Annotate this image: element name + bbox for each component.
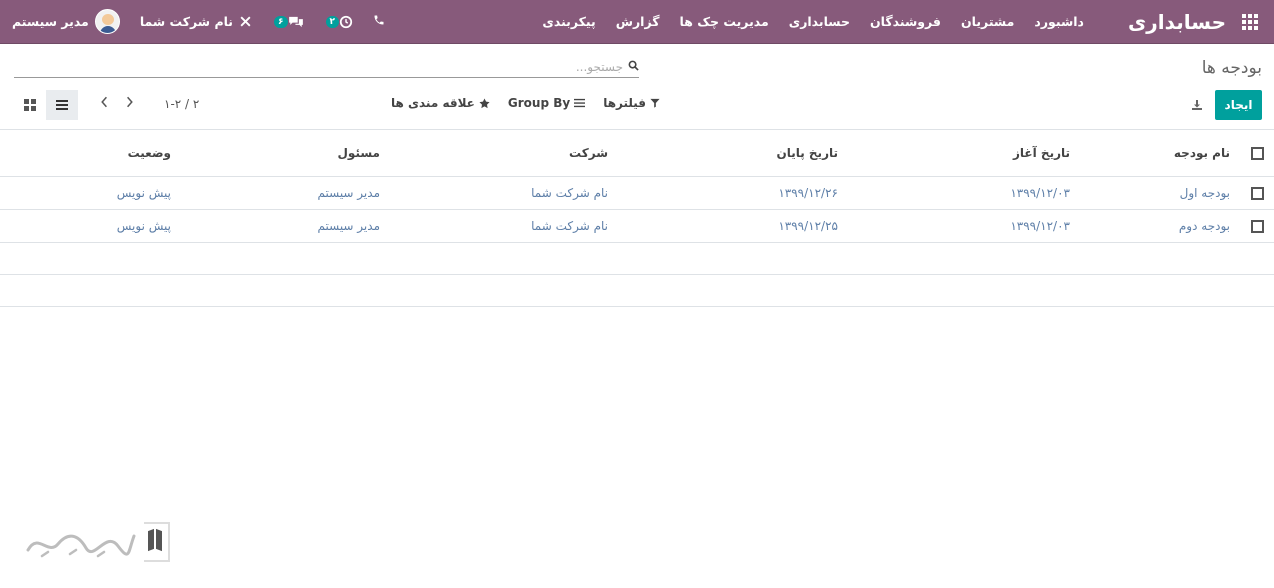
view-switcher (14, 90, 78, 120)
table-header-row: نام بودجه تاریخ آغاز تاریخ پایان شرکت مس… (0, 130, 1274, 177)
filters-label: فیلترها (603, 96, 647, 110)
tools-icon (240, 16, 251, 27)
menu-item-vendors[interactable]: فروشندگان (870, 14, 941, 29)
groupby-label: Group By (507, 96, 571, 110)
filter-icon (650, 98, 660, 108)
grid-icon (24, 99, 36, 111)
list-icon (56, 100, 68, 110)
search-bar (14, 56, 639, 78)
bars-icon (574, 98, 586, 108)
watermark-logo (24, 520, 170, 564)
apps-grid-icon[interactable] (1242, 13, 1258, 30)
phone-icon[interactable] (373, 14, 385, 30)
filters-button[interactable]: فیلترها (603, 96, 660, 110)
header-responsible[interactable]: مسئول (177, 130, 386, 177)
empty-row (0, 242, 1274, 275)
cell-responsible[interactable]: مدیر سیستم (177, 176, 386, 210)
header-state[interactable]: وضعیت (0, 130, 177, 177)
pager-value[interactable]: ۱-۲ / ۲ (164, 97, 199, 111)
pager: ۱-۲ / ۲ (100, 96, 199, 112)
header-date-end[interactable]: تاریخ پایان (614, 130, 844, 177)
cell-state[interactable]: پیش نویس (0, 176, 177, 210)
list-view-button[interactable] (46, 90, 78, 120)
clock-icon (339, 15, 353, 28)
avatar (94, 9, 120, 34)
company-name: نام شرکت شما (139, 14, 234, 29)
select-all-checkbox[interactable] (1251, 146, 1264, 160)
cell-company[interactable]: نام شرکت شما (386, 209, 614, 243)
row-checkbox[interactable] (1251, 186, 1264, 200)
groupby-button[interactable]: Group By (507, 96, 586, 110)
table-row[interactable]: بودجه دوم ۱۳۹۹/۱۲/۰۳ ۱۳۹۹/۱۲/۲۵ نام شرکت… (0, 209, 1274, 243)
company-switcher[interactable]: نام شرکت شما (140, 14, 252, 29)
kanban-view-button[interactable] (14, 90, 46, 120)
menu-item-reporting[interactable]: گزارش (616, 14, 660, 29)
messages-badge: ۶ (274, 15, 288, 28)
top-navbar: حسابداری داشبورد مشتریان فروشندگان حسابد… (0, 0, 1274, 44)
menu-item-accounting[interactable]: حسابداری (789, 14, 850, 29)
cell-date-end[interactable]: ۱۳۹۹/۱۲/۲۵ (614, 209, 844, 243)
watermark-script-icon (26, 534, 136, 558)
header-date-start[interactable]: تاریخ آغاز (844, 130, 1076, 177)
control-panel: بودجه ها ایجاد فیلترها Group By علاقه من… (0, 44, 1274, 130)
menu-item-cheques[interactable]: مدیریت چک ها (680, 14, 769, 29)
navbar-right: حسابداری داشبورد مشتریان فروشندگان حسابد… (542, 0, 1262, 43)
activity-menu[interactable]: ۲ (324, 15, 354, 29)
menu-item-dashboard[interactable]: داشبورد (1034, 14, 1084, 29)
row-select-cell (1236, 176, 1274, 210)
app-brand[interactable]: حسابداری (1128, 10, 1226, 34)
header-company[interactable]: شرکت (386, 130, 614, 177)
menu-item-configuration[interactable]: پیکربندی (542, 14, 595, 29)
table-row[interactable]: بودجه اول ۱۳۹۹/۱۲/۰۳ ۱۳۹۹/۱۲/۲۶ نام شرکت… (0, 176, 1274, 210)
star-icon (479, 97, 490, 108)
cell-name[interactable]: بودجه اول (1076, 176, 1236, 210)
search-options: فیلترها Group By علاقه مندی ها (391, 96, 660, 110)
messages-menu[interactable]: ۶ (272, 15, 304, 29)
chevron-right-icon[interactable] (126, 96, 134, 112)
cell-date-end[interactable]: ۱۳۹۹/۱۲/۲۶ (614, 176, 844, 210)
download-icon[interactable] (1188, 96, 1206, 114)
create-button[interactable]: ایجاد (1215, 90, 1262, 120)
cell-date-start[interactable]: ۱۳۹۹/۱۲/۰۳ (844, 176, 1076, 210)
navbar-left: ۲ ۶ نام شرکت شما مدیر سیستم (12, 0, 385, 43)
cell-name[interactable]: بودجه دوم (1076, 209, 1236, 243)
search-input[interactable] (14, 59, 625, 74)
budget-table: نام بودجه تاریخ آغاز تاریخ پایان شرکت مس… (0, 130, 1274, 307)
activity-badge: ۲ (325, 15, 340, 28)
cell-date-start[interactable]: ۱۳۹۹/۱۲/۰۳ (844, 209, 1076, 243)
header-name[interactable]: نام بودجه (1076, 130, 1236, 177)
user-name: مدیر سیستم (12, 14, 89, 29)
select-all-cell (1236, 130, 1274, 177)
main-menu: داشبورد مشتریان فروشندگان حسابداری مدیری… (542, 14, 1084, 29)
favorites-button[interactable]: علاقه مندی ها (391, 96, 490, 110)
row-checkbox[interactable] (1251, 219, 1264, 233)
user-menu[interactable]: مدیر سیستم (12, 9, 120, 34)
empty-row (0, 274, 1274, 307)
chevron-left-icon[interactable] (100, 96, 108, 112)
cell-responsible[interactable]: مدیر سیستم (177, 209, 386, 243)
menu-item-customers[interactable]: مشتریان (961, 14, 1014, 29)
row-select-cell (1236, 209, 1274, 243)
chat-icon (288, 16, 303, 27)
breadcrumb: بودجه ها (1201, 58, 1262, 78)
cell-state[interactable]: پیش نویس (0, 209, 177, 243)
watermark-mark-icon (144, 522, 170, 562)
cell-company[interactable]: نام شرکت شما (386, 176, 614, 210)
favorites-label: علاقه مندی ها (391, 96, 475, 110)
search-icon[interactable] (625, 60, 639, 74)
